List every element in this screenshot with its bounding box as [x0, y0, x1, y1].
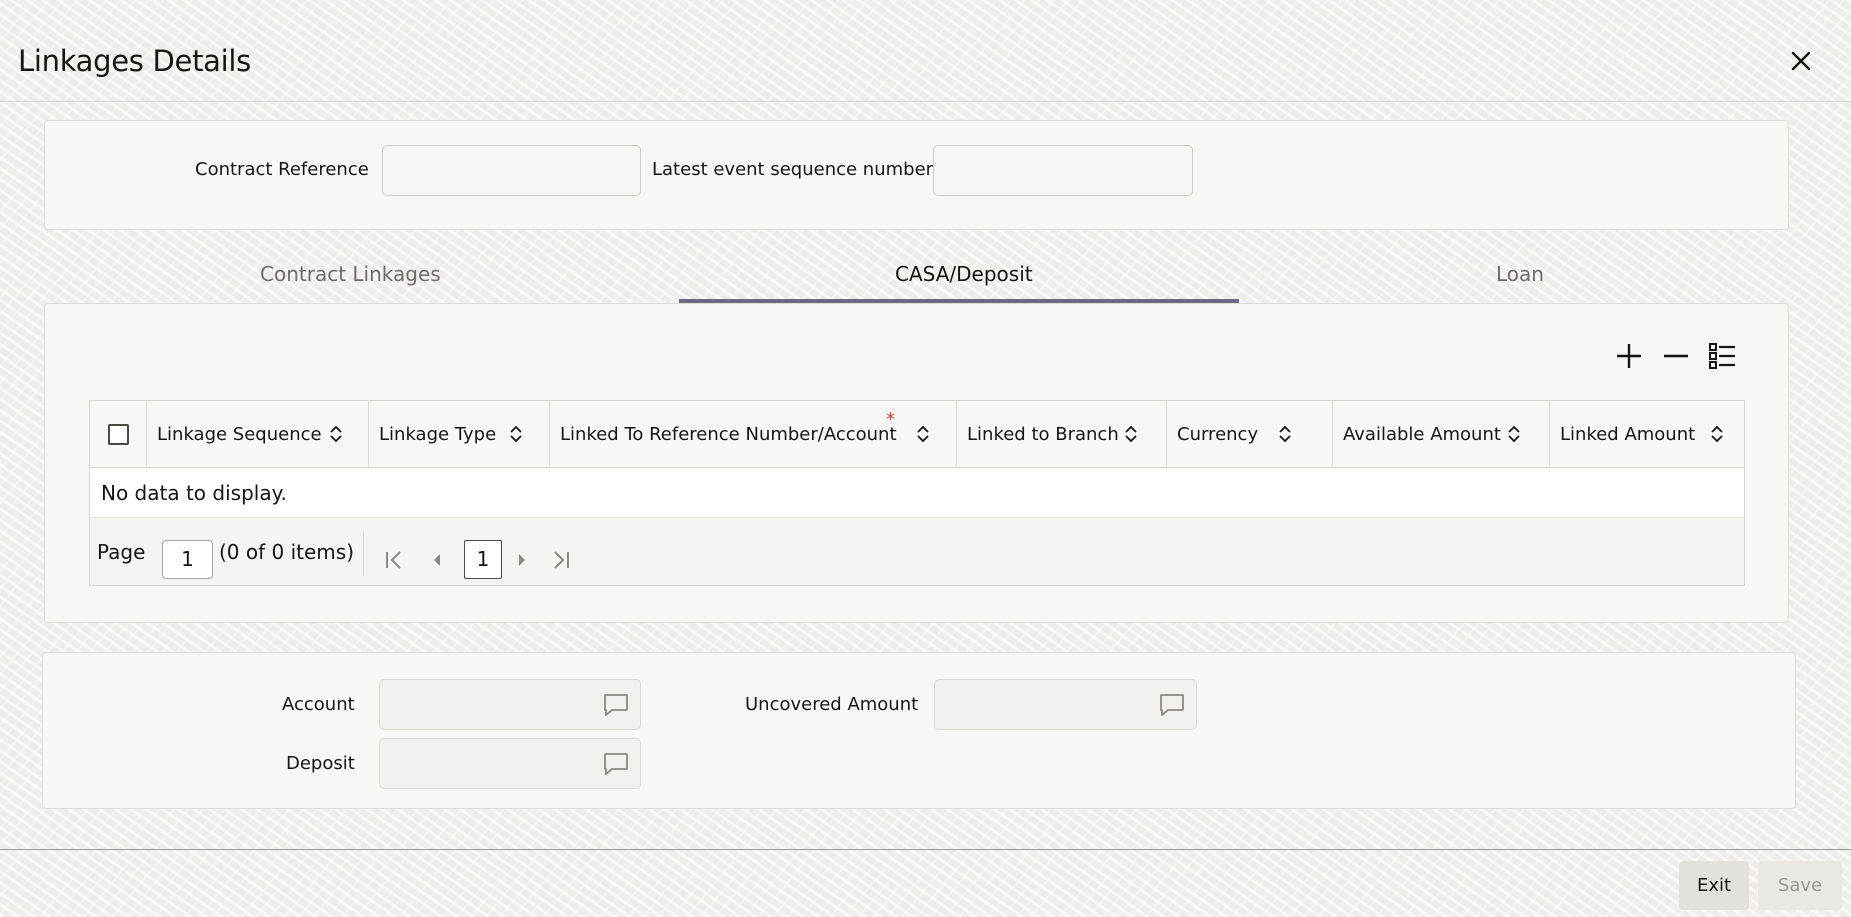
- latest-event-sequence-label: Latest event sequence number: [652, 159, 934, 180]
- comment-icon[interactable]: [602, 692, 630, 718]
- column-available-amount[interactable]: Available Amount: [1333, 401, 1550, 467]
- column-label: Available Amount: [1343, 423, 1501, 445]
- column-label: Linked To Reference Number/Account: [560, 423, 897, 445]
- pager-divider: [363, 532, 364, 576]
- footer-divider: [0, 849, 1851, 850]
- header-form-panel: Contract Reference Latest event sequence…: [44, 120, 1789, 230]
- sort-icon[interactable]: [1124, 424, 1138, 444]
- select-all-checkbox[interactable]: [108, 424, 129, 445]
- select-all-column: [90, 401, 147, 467]
- sort-icon[interactable]: [1278, 424, 1292, 444]
- sort-icon[interactable]: [1710, 424, 1724, 444]
- sort-icon[interactable]: [509, 424, 523, 444]
- list-details-icon: [1709, 343, 1735, 369]
- contract-reference-label: Contract Reference: [195, 159, 369, 180]
- tab-contract-linkages[interactable]: Contract Linkages: [260, 262, 441, 304]
- comment-icon[interactable]: [1158, 692, 1186, 718]
- add-row-button[interactable]: [1613, 340, 1645, 372]
- comment-icon[interactable]: [602, 751, 630, 777]
- tab-casa-deposit[interactable]: CASA/Deposit: [895, 262, 1033, 304]
- uncovered-amount-field[interactable]: [934, 679, 1197, 730]
- table-header: Linkage Sequence Linkage Type Linked To …: [90, 401, 1744, 468]
- bottom-form-panel: Account Uncovered Amount Deposit: [42, 652, 1796, 809]
- delete-row-button[interactable]: [1660, 340, 1692, 372]
- single-record-view-button[interactable]: [1706, 340, 1738, 372]
- column-linked-to-branch[interactable]: Linked to Branch: [957, 401, 1167, 467]
- plus-icon: [1617, 344, 1641, 368]
- deposit-label: Deposit: [286, 753, 355, 774]
- previous-page-icon[interactable]: [423, 546, 451, 574]
- contract-reference-input[interactable]: [382, 145, 641, 196]
- account-label: Account: [282, 694, 355, 715]
- sort-icon[interactable]: [916, 424, 930, 444]
- column-label: Linked to Branch: [967, 423, 1119, 445]
- uncovered-amount-label: Uncovered Amount: [745, 694, 919, 715]
- page-label: Page: [97, 540, 146, 564]
- column-currency[interactable]: Currency: [1167, 401, 1333, 467]
- sort-icon[interactable]: [329, 424, 343, 444]
- exit-button[interactable]: Exit: [1679, 861, 1749, 910]
- pagination-bar: Page 1 (0 of 0 items) 1: [90, 517, 1744, 585]
- items-count: (0 of 0 items): [219, 540, 355, 564]
- empty-table-message: No data to display.: [101, 481, 287, 505]
- column-linked-to-reference[interactable]: Linked To Reference Number/Account *: [550, 401, 957, 467]
- minus-icon: [1664, 354, 1688, 358]
- column-label: Linkage Type: [379, 423, 497, 445]
- required-indicator: *: [886, 409, 895, 430]
- column-linkage-sequence[interactable]: Linkage Sequence: [147, 401, 369, 467]
- column-label: Currency: [1177, 423, 1259, 445]
- account-field[interactable]: [379, 679, 641, 730]
- close-button[interactable]: [1786, 46, 1816, 76]
- first-page-icon[interactable]: [380, 546, 408, 574]
- close-icon: [1791, 51, 1811, 71]
- column-linkage-type[interactable]: Linkage Type: [369, 401, 550, 467]
- column-linked-amount[interactable]: Linked Amount: [1550, 401, 1744, 467]
- latest-event-sequence-input[interactable]: [933, 145, 1193, 196]
- title-divider: [0, 101, 1851, 102]
- last-page-icon[interactable]: [547, 546, 575, 574]
- sort-icon[interactable]: [1507, 424, 1521, 444]
- page-title: Linkages Details: [18, 44, 251, 78]
- page-number-input[interactable]: 1: [162, 540, 213, 579]
- next-page-icon[interactable]: [508, 546, 536, 574]
- save-button[interactable]: Save: [1758, 861, 1842, 910]
- linkages-table: Linkage Sequence Linkage Type Linked To …: [89, 400, 1745, 586]
- column-label: Linked Amount: [1560, 423, 1696, 445]
- current-page-button[interactable]: 1: [464, 540, 502, 579]
- column-label: Linkage Sequence: [157, 423, 322, 445]
- deposit-field[interactable]: [379, 738, 641, 789]
- tab-loan[interactable]: Loan: [1496, 262, 1544, 304]
